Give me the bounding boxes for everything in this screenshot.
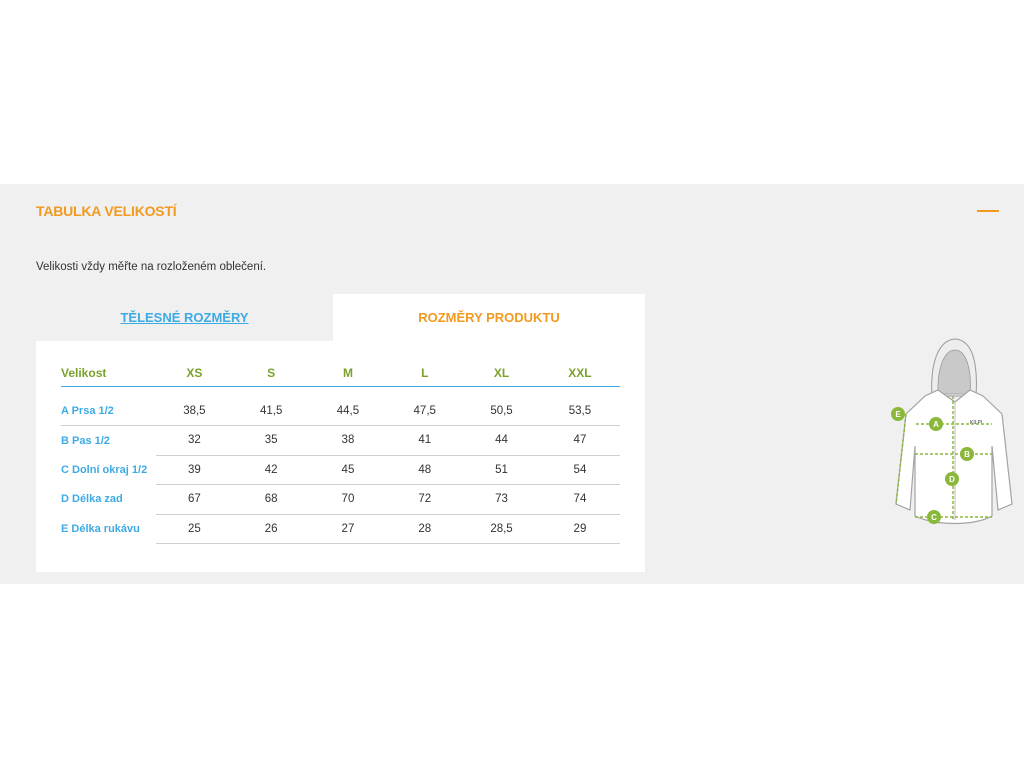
table-cell: 29 <box>539 514 620 544</box>
minus-icon <box>977 210 999 212</box>
table-cell: 35 <box>232 425 310 456</box>
column-header: L <box>386 360 464 387</box>
table-cell: 26 <box>232 514 310 544</box>
table-row: D Délka zad 67 68 70 72 73 74 <box>61 484 620 515</box>
table-cell: 47 <box>539 425 620 456</box>
tab-bar: TĚLESNÉ ROZMĚRY ROZMĚRY PRODUKTU <box>36 294 645 341</box>
column-header: XS <box>156 360 233 387</box>
table-cell: 53,5 <box>539 396 620 426</box>
row-label: E Délka rukávu <box>61 522 140 535</box>
table-cell: 51 <box>463 455 540 485</box>
table-row: C Dolní okraj 1/2 39 42 45 48 51 54 <box>61 455 620 485</box>
marker-d-label: D <box>949 475 955 484</box>
size-table: Velikost XS S M L XL XXL A Prsa 1/2 38,5… <box>61 360 620 544</box>
table-cell: 67 <box>156 484 233 515</box>
table-cell: 72 <box>386 484 464 515</box>
table-cell: 70 <box>309 484 387 515</box>
table-cell: 50,5 <box>463 396 540 426</box>
table-cell: 25 <box>156 514 233 544</box>
table-cell: 38,5 <box>156 396 233 426</box>
spacer-row <box>61 386 620 396</box>
table-cell: 39 <box>156 455 233 485</box>
table-cell: 28,5 <box>463 514 540 544</box>
table-cell: 38 <box>309 425 387 456</box>
table-cell: 68 <box>232 484 310 515</box>
jacket-logo: KILPI <box>970 420 982 426</box>
table-card: Velikost XS S M L XL XXL A Prsa 1/2 38,5… <box>36 341 645 572</box>
tab-body-measurements[interactable]: TĚLESNÉ ROZMĚRY <box>36 294 333 341</box>
table-cell: 42 <box>232 455 310 485</box>
marker-d: D <box>945 472 959 486</box>
jacket-measurement-diagram: KILPI A B C D E <box>891 338 1013 525</box>
row-label: D Délka zad <box>61 493 123 506</box>
table-cell: 27 <box>309 514 387 544</box>
marker-c-label: C <box>931 513 937 522</box>
collapse-button[interactable] <box>975 202 1001 220</box>
table-cell: 73 <box>463 484 540 515</box>
marker-a-label: A <box>933 420 939 429</box>
row-label: C Dolní okraj 1/2 <box>61 463 148 476</box>
table-cell: 41 <box>386 425 464 456</box>
table-cell: 44 <box>463 425 540 456</box>
marker-c: C <box>927 510 941 524</box>
marker-a: A <box>929 417 943 431</box>
panel-title: TABULKA VELIKOSTÍ <box>36 203 177 219</box>
row-label: B Pas 1/2 <box>61 434 110 447</box>
marker-b-label: B <box>964 450 970 459</box>
tab-product-measurements[interactable]: ROZMĚRY PRODUKTU <box>333 294 645 341</box>
column-header: S <box>232 360 310 387</box>
table-row: A Prsa 1/2 38,5 41,5 44,5 47,5 50,5 53,5 <box>61 396 620 426</box>
intro-text: Velikosti vždy měřte na rozloženém obleč… <box>36 261 267 273</box>
table-cell: 48 <box>386 455 464 485</box>
column-header: M <box>309 360 387 387</box>
table-cell: 28 <box>386 514 464 544</box>
table-row: B Pas 1/2 32 35 38 41 44 47 <box>61 425 620 456</box>
table-cell: 47,5 <box>386 396 464 426</box>
column-header: XXL <box>539 360 620 387</box>
table-cell: 44,5 <box>309 396 387 426</box>
size-table-panel: TABULKA VELIKOSTÍ Velikosti vždy měřte n… <box>0 184 1024 584</box>
table-cell: 41,5 <box>232 396 310 426</box>
marker-b: B <box>960 447 974 461</box>
table-header-row: Velikost XS S M L XL XXL <box>61 360 620 387</box>
column-header: Velikost <box>61 360 156 387</box>
table-row: E Délka rukávu 25 26 27 28 28,5 29 <box>61 514 620 544</box>
table-cell: 54 <box>539 455 620 485</box>
table-cell: 74 <box>539 484 620 515</box>
row-label: A Prsa 1/2 <box>61 396 156 426</box>
marker-e: E <box>891 407 905 421</box>
spacer-cell <box>61 386 620 396</box>
table-cell: 32 <box>156 425 233 456</box>
column-header: XL <box>463 360 540 387</box>
marker-e-label: E <box>895 410 901 419</box>
table-cell: 45 <box>309 455 387 485</box>
